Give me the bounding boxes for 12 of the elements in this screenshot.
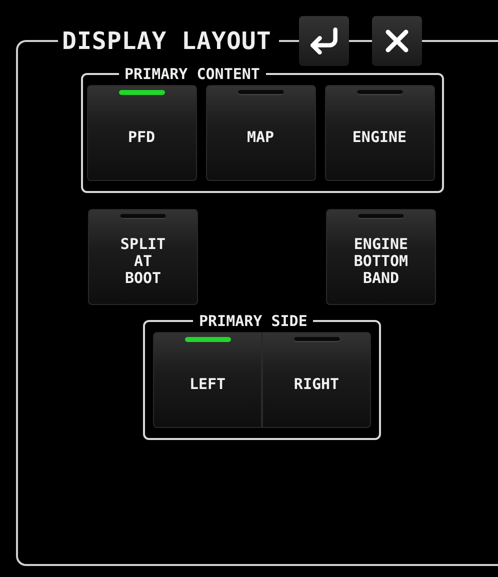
option-button[interactable]: PFD [86, 85, 196, 181]
option-button[interactable]: ENGINE [324, 85, 434, 181]
enter-button[interactable] [299, 16, 350, 66]
group-label: PRIMARY SIDE [198, 313, 308, 329]
option-button[interactable]: RIGHT [262, 332, 371, 428]
option-button[interactable]: LEFT [153, 332, 262, 428]
close-button[interactable] [372, 16, 422, 66]
panel-title: DISPLAY LAYOUT [62, 27, 272, 55]
option-button[interactable]: MAP [206, 85, 316, 181]
group-label: PRIMARY CONTENT [124, 66, 261, 82]
option-button[interactable]: ENGINE BOTTOM BAND [326, 209, 436, 305]
option-button[interactable]: SPLIT AT BOOT [88, 209, 198, 305]
